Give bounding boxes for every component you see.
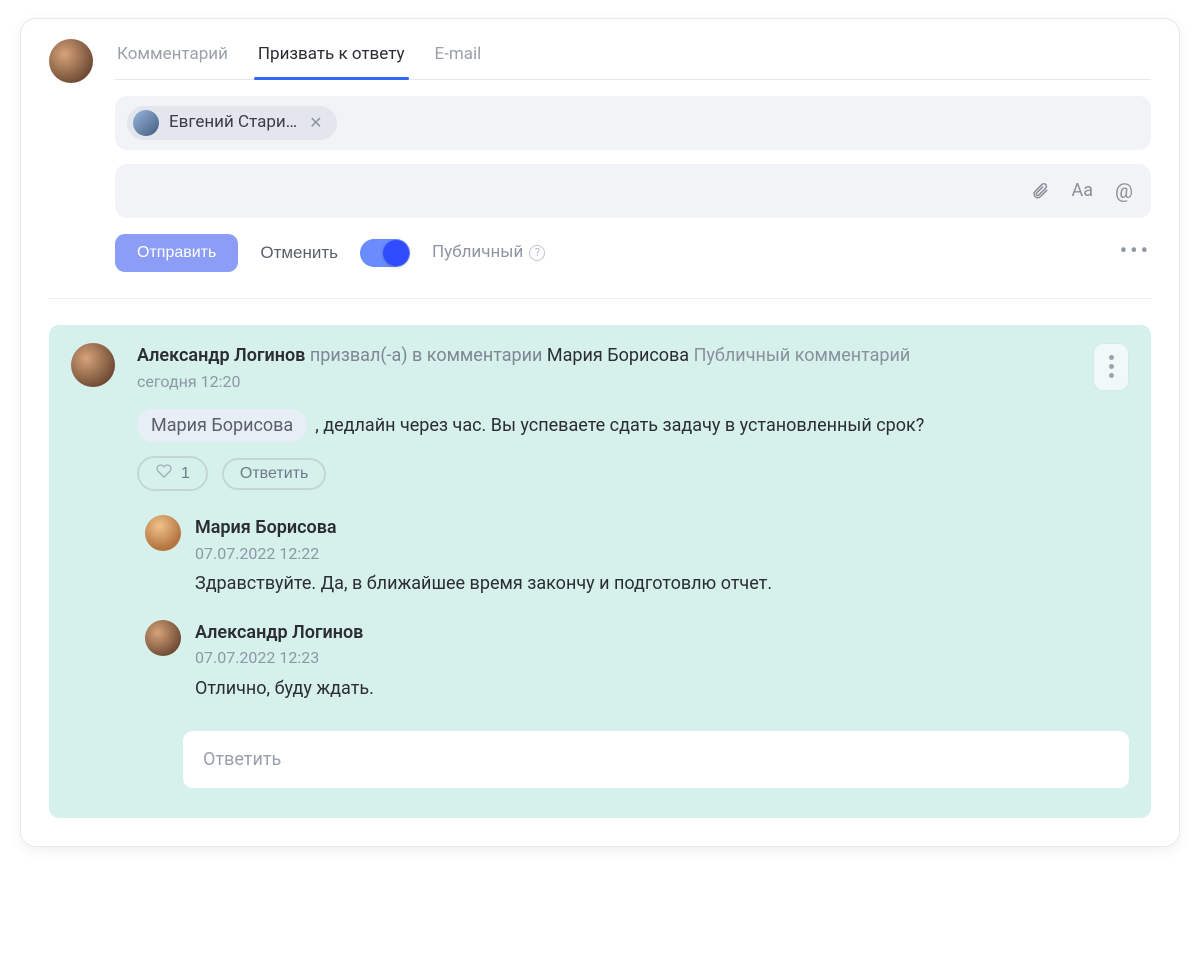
comment-body: Александр Логинов призвал(-а) в коммента… (137, 343, 1129, 788)
reply-item: Мария Борисова 07.07.2022 12:22 Здравств… (145, 515, 1129, 596)
comment-text: Мария Борисова , дедлайн через час. Вы ус… (137, 409, 1129, 442)
message-input[interactable]: Aa @ (115, 164, 1151, 218)
comment-time: сегодня 12:20 (137, 371, 1129, 393)
visibility-text: Публичный (432, 241, 523, 265)
comment-text-body: , дедлайн через час. Вы успеваете сдать … (315, 415, 924, 436)
reply-item: Александр Логинов 07.07.2022 12:23 Отлич… (145, 620, 1129, 701)
composer-actions: Отправить Отменить Публичный ? ••• (115, 234, 1151, 272)
reply-avatar (145, 620, 181, 656)
composer: Комментарий Призвать к ответу E-mail Евг… (49, 39, 1151, 272)
comment-actions: 1 Ответить (137, 456, 1129, 491)
visibility-label: Публичный ? (432, 241, 545, 265)
attach-icon[interactable] (1031, 181, 1049, 201)
current-user-avatar (49, 39, 93, 83)
comment-author-avatar (71, 343, 115, 387)
reply-avatar (145, 515, 181, 551)
reply-time: 07.07.2022 12:23 (195, 647, 1129, 669)
remove-recipient-icon[interactable]: ✕ (307, 112, 324, 134)
composer-more-icon[interactable]: ••• (1120, 237, 1151, 268)
recipient-chip: Евгений Стари… ✕ (127, 106, 337, 140)
cancel-button[interactable]: Отменить (260, 243, 338, 263)
heart-icon (155, 463, 173, 484)
like-button[interactable]: 1 (137, 456, 208, 491)
recipient-field[interactable]: Евгений Стари… ✕ (115, 96, 1151, 150)
like-count: 1 (181, 465, 190, 483)
tab-comment[interactable]: Комментарий (115, 39, 230, 79)
comment-verb: призвал(-а) в комментарии (310, 345, 543, 366)
comment-author: Александр Логинов (137, 345, 305, 366)
visibility-toggle[interactable] (360, 239, 410, 267)
tab-email[interactable]: E-mail (433, 39, 484, 79)
divider (49, 298, 1151, 299)
composer-tabs: Комментарий Призвать к ответу E-mail (115, 39, 1151, 80)
reply-time: 07.07.2022 12:22 (195, 543, 1129, 565)
submit-button[interactable]: Отправить (115, 234, 238, 272)
reply-text: Здравствуйте. Да, в ближайшее время зако… (195, 571, 1129, 596)
mention-icon[interactable]: @ (1115, 177, 1133, 205)
comment-header: Александр Логинов призвал(-а) в коммента… (137, 343, 1129, 369)
reply-input[interactable]: Ответить (183, 731, 1129, 788)
comment-target: Мария Борисова (547, 345, 689, 366)
comment-more-button[interactable] (1093, 343, 1129, 391)
recipient-name: Евгений Стари… (169, 111, 297, 135)
recipient-avatar (133, 110, 159, 136)
reply-text: Отлично, буду ждать. (195, 676, 1129, 701)
tab-call-to-answer[interactable]: Призвать к ответу (256, 39, 407, 79)
reply-author: Мария Борисова (195, 515, 1129, 540)
help-icon[interactable]: ? (529, 245, 545, 261)
composer-body: Комментарий Призвать к ответу E-mail Евг… (115, 39, 1151, 272)
mention-pill[interactable]: Мария Борисова (137, 409, 307, 442)
reply-button[interactable]: Ответить (222, 458, 326, 490)
comment-visibility: Публичный комментарий (694, 345, 911, 366)
comment-block: Александр Логинов призвал(-а) в коммента… (49, 325, 1151, 818)
format-text-icon[interactable]: Aa (1071, 178, 1093, 203)
reply-author: Александр Логинов (195, 620, 1129, 645)
comment-panel: Комментарий Призвать к ответу E-mail Евг… (20, 18, 1180, 847)
